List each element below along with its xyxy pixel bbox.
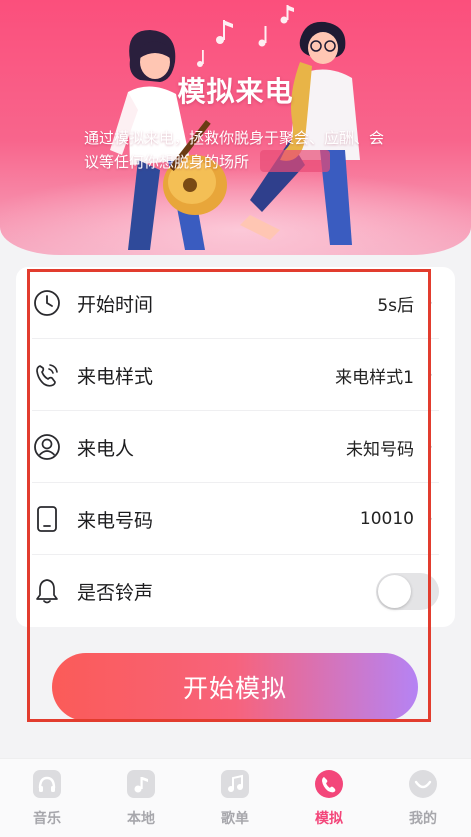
page-title: 模拟来电 <box>177 75 294 108</box>
call-style-value: 来电样式1 <box>335 367 414 388</box>
ringtone-row: 是否铃声 <box>16 555 455 627</box>
settings-card: 开始时间 5s后 › 来电样式 来电样式1 › 来电人 未知号码 › 来电号码 <box>16 267 455 627</box>
phone-icon <box>315 770 343 798</box>
tab-label: 音乐 <box>33 811 61 827</box>
call-style-row[interactable]: 来电样式 来电样式1 › <box>16 339 455 411</box>
music-app-icon <box>33 770 61 798</box>
clock-icon <box>34 290 60 316</box>
phone-call-icon <box>36 364 58 387</box>
caller-number-row[interactable]: 来电号码 10010 › <box>16 483 455 555</box>
caller-number-label: 来电号码 <box>77 509 154 532</box>
chevron-right-icon: › <box>427 439 433 455</box>
start-simulation-button[interactable]: 开始模拟 <box>52 653 418 721</box>
caller-label: 来电人 <box>77 437 135 460</box>
chevron-right-icon: › <box>427 367 433 383</box>
person-icon <box>34 434 60 460</box>
call-style-label: 来电样式 <box>77 365 154 388</box>
tab-music[interactable]: 音乐 <box>0 759 94 837</box>
chevron-right-icon: › <box>427 511 433 527</box>
tab-label: 歌单 <box>221 811 249 827</box>
tab-label: 模拟 <box>315 811 343 827</box>
tab-label: 本地 <box>127 811 155 827</box>
hero-banner: 模拟来电 通过模拟来电，拯救你脱身于聚会、应酬、会议等任何你想脱身的场所 <box>0 0 471 255</box>
tab-label: 我的 <box>409 811 437 827</box>
playlist-icon <box>221 770 249 798</box>
chevron-right-icon: › <box>427 295 433 311</box>
bottom-tab-bar: 音乐 本地 歌单 模拟 我的 <box>0 758 471 837</box>
local-music-icon <box>127 770 155 798</box>
bell-icon <box>36 579 58 604</box>
start-time-row[interactable]: 开始时间 5s后 › <box>16 267 455 339</box>
ringtone-label: 是否铃声 <box>77 581 154 604</box>
mobile-phone-icon <box>37 506 57 532</box>
tab-mine[interactable]: 我的 <box>376 759 470 837</box>
hero-description: 通过模拟来电，拯救你脱身于聚会、应酬、会议等任何你想脱身的场所 <box>84 129 385 171</box>
music-notes-icon <box>197 5 294 67</box>
caller-row[interactable]: 来电人 未知号码 › <box>16 411 455 483</box>
ringtone-toggle[interactable] <box>376 572 439 610</box>
toggle-knob <box>378 574 411 608</box>
caller-number-value: 10010 <box>359 509 414 529</box>
tab-simulate[interactable]: 模拟 <box>282 759 376 837</box>
start-time-label: 开始时间 <box>77 293 154 316</box>
profile-icon <box>409 770 437 798</box>
caller-value: 未知号码 <box>346 439 414 460</box>
start-time-value: 5s后 <box>377 295 414 316</box>
tab-playlist[interactable]: 歌单 <box>188 759 282 837</box>
tab-local[interactable]: 本地 <box>94 759 188 837</box>
